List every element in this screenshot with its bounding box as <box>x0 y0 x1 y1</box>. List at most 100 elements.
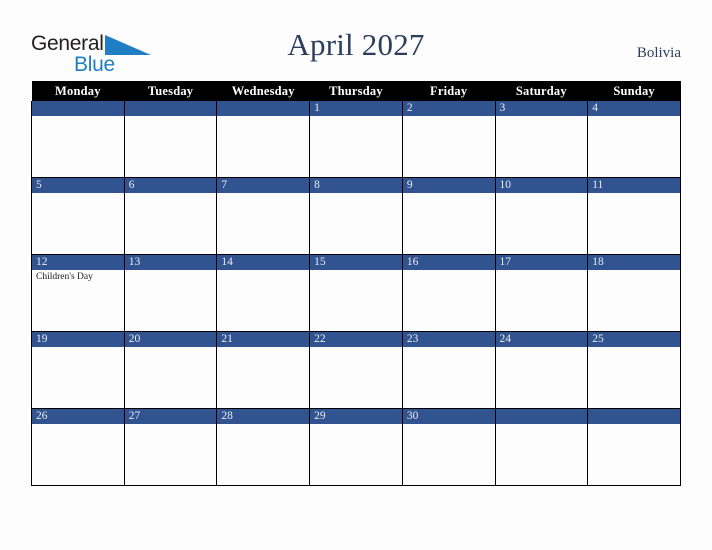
calendar-day-cell[interactable]: 5 <box>31 177 125 255</box>
day-events <box>32 116 124 118</box>
calendar-empty-cell[interactable] <box>216 101 311 178</box>
calendar-day-cell[interactable]: 14 <box>216 254 311 332</box>
weekday-header-thursday: Thursday <box>309 81 403 101</box>
calendar-empty-cell[interactable] <box>587 408 681 486</box>
calendar-day-cell[interactable]: 1 <box>309 101 403 178</box>
calendar-empty-cell[interactable] <box>31 101 125 178</box>
calendar-grid: Monday Tuesday Wednesday Thursday Friday… <box>31 81 681 486</box>
calendar-day-cell[interactable]: 28 <box>216 408 311 486</box>
day-number: 16 <box>402 255 495 270</box>
day-events <box>310 116 402 118</box>
calendar-day-cell[interactable]: 25 <box>587 331 681 409</box>
weekday-header-row: Monday Tuesday Wednesday Thursday Friday… <box>31 81 681 101</box>
day-events <box>588 347 680 349</box>
calendar-day-cell[interactable]: 23 <box>401 331 496 409</box>
day-events <box>32 193 124 195</box>
calendar-day-cell[interactable]: 2 <box>401 101 496 178</box>
day-events <box>217 193 309 195</box>
calendar-day-cell[interactable]: 7 <box>216 177 311 255</box>
calendar-day-cell[interactable]: 8 <box>309 177 403 255</box>
day-events <box>496 270 588 272</box>
calendar-day-cell[interactable]: 15 <box>309 254 403 332</box>
day-events <box>125 116 217 118</box>
day-number: 18 <box>588 255 680 270</box>
calendar-day-cell[interactable]: 13 <box>123 254 218 332</box>
calendar-day-cell[interactable]: 9 <box>401 177 496 255</box>
day-number <box>588 409 680 424</box>
day-number: 22 <box>310 332 402 347</box>
day-events <box>125 193 217 195</box>
day-number: 11 <box>588 178 680 193</box>
day-number: 19 <box>32 332 124 347</box>
weekday-header-wednesday: Wednesday <box>216 81 310 101</box>
day-events <box>217 424 309 426</box>
day-number: 6 <box>124 178 217 193</box>
day-number: 4 <box>588 101 680 116</box>
calendar-day-cell[interactable]: 3 <box>494 101 589 178</box>
calendar-day-cell[interactable]: 20 <box>123 331 218 409</box>
day-number: 12 <box>32 255 124 270</box>
calendar-empty-cell[interactable] <box>123 101 218 178</box>
day-number: 20 <box>124 332 217 347</box>
calendar-day-cell[interactable]: 6 <box>123 177 218 255</box>
day-number <box>124 101 217 116</box>
day-number: 13 <box>124 255 217 270</box>
calendar-day-cell[interactable]: 18 <box>587 254 681 332</box>
calendar-day-cell[interactable]: 29 <box>309 408 403 486</box>
day-events <box>217 270 309 272</box>
day-events <box>496 424 588 426</box>
calendar-day-cell[interactable]: 26 <box>31 408 125 486</box>
day-events <box>403 270 495 272</box>
day-number: 2 <box>402 101 495 116</box>
calendar-body: 1 2 3 4 5 6 7 8 9 10 11 12 Children's Day 13 14 15 16 17 1… <box>31 101 681 486</box>
day-number: 9 <box>402 178 495 193</box>
day-number: 25 <box>588 332 680 347</box>
calendar-day-cell[interactable]: 16 <box>401 254 496 332</box>
day-events: Children's Day <box>32 270 124 283</box>
page-title: April 2027 <box>287 27 425 62</box>
day-events <box>403 193 495 195</box>
calendar-day-cell[interactable]: 11 <box>587 177 681 255</box>
calendar-week-row: 12 Children's Day 13 14 15 16 17 18 <box>31 254 681 332</box>
day-number <box>32 101 124 116</box>
calendar-day-cell[interactable]: 10 <box>494 177 589 255</box>
weekday-header-sunday: Sunday <box>587 81 681 101</box>
weekday-header-saturday: Saturday <box>495 81 588 101</box>
day-number: 5 <box>32 178 124 193</box>
weekday-header-friday: Friday <box>402 81 496 101</box>
weekday-header-tuesday: Tuesday <box>124 81 217 101</box>
day-number: 24 <box>495 332 588 347</box>
day-number: 29 <box>310 409 402 424</box>
day-events <box>496 116 588 118</box>
calendar-day-cell[interactable]: 24 <box>494 331 589 409</box>
page-header: General Blue April 2027 Bolivia <box>0 0 712 80</box>
day-events <box>403 116 495 118</box>
day-events <box>125 424 217 426</box>
day-events <box>217 347 309 349</box>
calendar-day-cell[interactable]: 30 <box>401 408 496 486</box>
day-events <box>32 424 124 426</box>
calendar-week-row: 26 27 28 29 30 <box>31 408 681 486</box>
day-number <box>217 101 310 116</box>
day-events <box>32 347 124 349</box>
holiday-event: Children's Day <box>36 272 93 282</box>
calendar-day-cell[interactable]: 12 Children's Day <box>31 254 125 332</box>
calendar-day-cell[interactable]: 27 <box>123 408 218 486</box>
day-number: 3 <box>495 101 588 116</box>
calendar-day-cell[interactable]: 19 <box>31 331 125 409</box>
day-number: 21 <box>217 332 310 347</box>
calendar-empty-cell[interactable] <box>494 408 589 486</box>
day-events <box>588 424 680 426</box>
calendar-day-cell[interactable]: 4 <box>587 101 681 178</box>
day-number: 1 <box>310 101 402 116</box>
calendar-day-cell[interactable]: 21 <box>216 331 311 409</box>
calendar-week-row: 19 20 21 22 23 24 25 <box>31 331 681 409</box>
day-events <box>588 116 680 118</box>
day-number <box>495 409 588 424</box>
calendar-day-cell[interactable]: 22 <box>309 331 403 409</box>
calendar-day-cell[interactable]: 17 <box>494 254 589 332</box>
day-number: 28 <box>217 409 310 424</box>
weekday-header-monday: Monday <box>31 81 125 101</box>
day-number: 30 <box>402 409 495 424</box>
day-events <box>403 424 495 426</box>
